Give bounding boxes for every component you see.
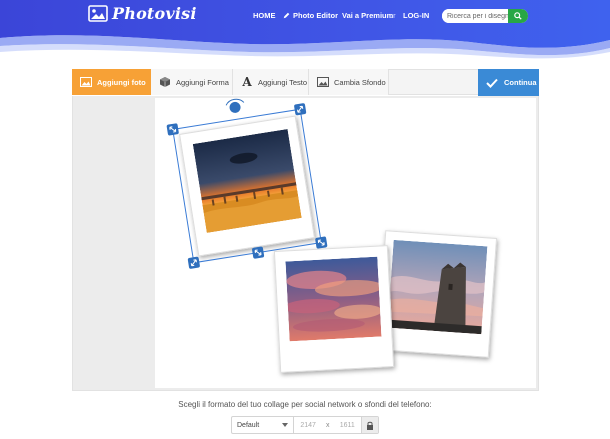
nav-login[interactable]: LOG-IN [403,11,429,20]
lock-icon [367,421,374,430]
dimension-separator: x [325,421,330,429]
collage-canvas[interactable] [155,98,536,388]
background-image-icon [317,76,329,88]
tab-add-photo-label: Aggiungi foto [97,77,146,87]
nav-photo-editor-label: Photo Editor [293,11,338,20]
resize-arrows-icon [317,239,325,246]
check-icon [486,78,498,88]
tab-add-text-label: Aggiungi Testo [258,77,308,87]
format-instruction: Scegli il formato del tuo collage per so… [178,400,432,409]
search-icon [514,12,522,20]
image-icon [80,76,92,88]
resize-handle-bottom-center[interactable] [251,246,265,259]
continue-button[interactable]: Continua [478,69,539,96]
resize-arrows-icon [190,259,197,267]
format-select[interactable]: Default [232,417,295,433]
photo-clouds-image [285,256,382,342]
search-box [442,9,528,23]
nav-or-separator: or [389,11,396,20]
page: Photovisi HOME Photo Editor Vai a Premiu… [0,0,610,439]
tab-add-shape-label: Aggiungi Forma [176,77,229,87]
format-select-value: Default [237,421,260,429]
collage-photo-tower[interactable] [376,230,498,358]
format-controls: Default 2147 x 1611 [231,416,379,434]
collage-photo-clouds[interactable] [273,245,395,373]
nav-premium[interactable]: Vai a Premium [342,11,393,20]
text-icon: A [242,75,252,89]
site-header: Photovisi HOME Photo Editor Vai a Premiu… [0,0,610,62]
resize-arrows-icon [169,126,177,133]
search-button[interactable] [508,9,528,23]
tab-change-background-label: Cambia Sfondo [334,77,386,87]
pencil-icon [283,12,290,19]
photo-tower-image [387,239,488,335]
resize-handle-top-left[interactable] [166,123,180,136]
nav-home[interactable]: HOME [253,11,276,20]
aspect-lock-button[interactable] [361,417,379,433]
selection-frame [166,98,328,270]
nav-photo-editor[interactable]: Photo Editor [283,11,338,20]
resize-handle-bottom-right[interactable] [314,236,328,249]
tab-add-shape[interactable]: Aggiungi Forma [151,69,233,95]
tab-change-background[interactable]: Cambia Sfondo [309,69,389,95]
resize-handle-bottom-left[interactable] [187,256,201,270]
chevron-down-icon [282,423,289,427]
photo-panel [72,96,153,391]
height-input[interactable]: 1611 [333,422,361,429]
cube-icon [159,76,171,88]
resize-handle-top-right[interactable] [293,102,307,116]
resize-arrows-icon [254,249,262,256]
search-input[interactable] [442,9,508,23]
editor-toolbar: Aggiungi foto Aggiungi Forma A Aggiungi … [72,69,539,95]
tab-add-photo[interactable]: Aggiungi foto [72,69,151,95]
tab-add-text[interactable]: A Aggiungi Testo [233,69,309,95]
resize-arrows-icon [297,105,304,113]
continue-button-label: Continua [504,78,537,87]
width-input[interactable]: 2147 [294,422,322,429]
